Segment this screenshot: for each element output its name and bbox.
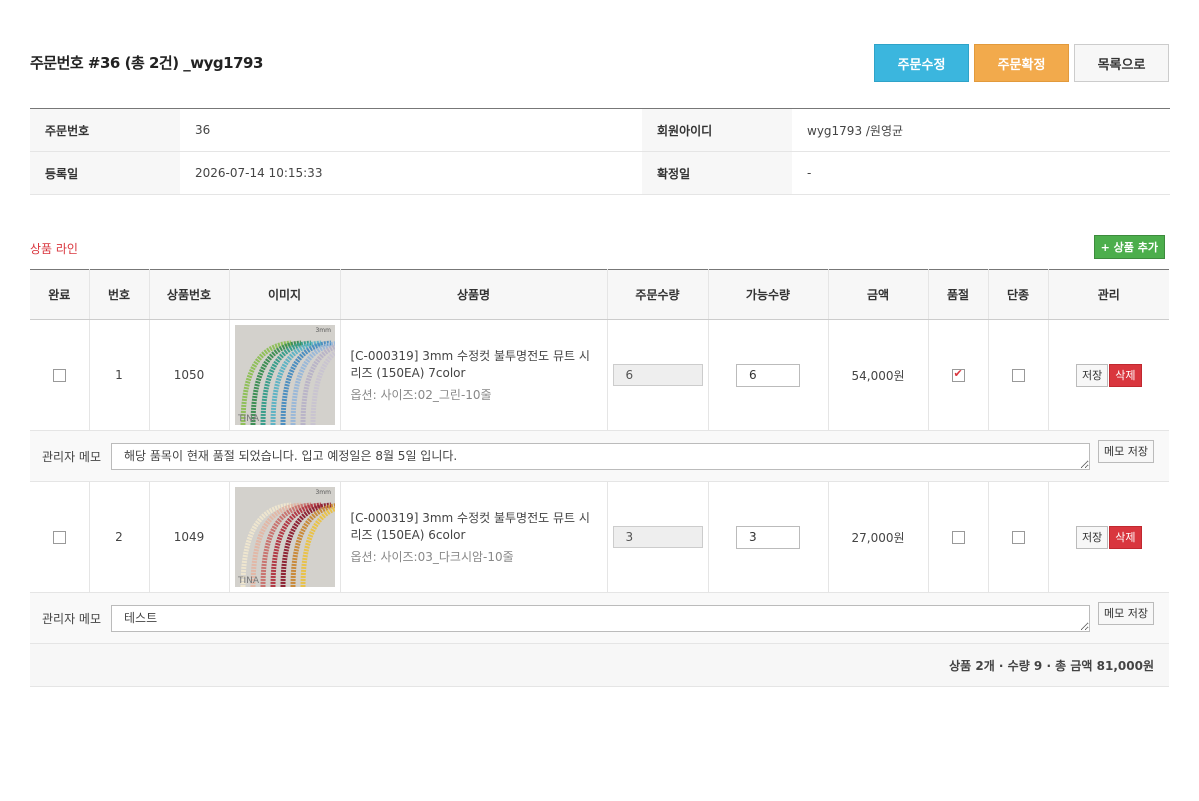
memo-textarea[interactable]: 해당 품목이 현재 품절 되었습니다. 입고 예정일은 8월 5일 입니다. (111, 442, 1090, 470)
table-row: 1 1050 3mm TINA [C-000319] 3mm 수정컷 불투명전도… (30, 319, 1169, 431)
product-option: 옵션: 사이즈:02_그린-10줄 (350, 387, 492, 402)
reg-date-value: 2026-07-14 10:15:33 (180, 151, 642, 195)
member-id-value: wyg1793 /원영균 (792, 108, 1170, 152)
save-memo-button[interactable]: 메모 저장 (1098, 439, 1154, 463)
product-image: 3mm TINA (234, 487, 335, 587)
avail-qty-input[interactable] (736, 525, 800, 549)
order-qty-field: 3 (612, 526, 703, 548)
goods-number: 1049 (149, 481, 230, 593)
col-manage: 관리 (1048, 269, 1169, 320)
discontinued-checkbox[interactable] (1011, 369, 1025, 382)
back-to-list-button[interactable]: 목록으로 (1074, 44, 1169, 82)
col-amount: 금액 (828, 269, 929, 320)
avail-qty-input[interactable] (736, 363, 800, 387)
amount: 54,000원 (828, 319, 929, 431)
image-size-text: 3mm (315, 327, 331, 334)
save-memo-button[interactable]: 메모 저장 (1098, 601, 1154, 625)
memo-label: 관리자 메모 (42, 449, 102, 464)
soldout-checkbox[interactable] (951, 531, 965, 544)
product-option: 옵션: 사이즈:03_다크시암-10줄 (350, 549, 514, 564)
confirm-order-button[interactable]: 주문확정 (974, 44, 1069, 82)
save-row-button[interactable]: 저장 (1076, 525, 1109, 549)
page-title: 주문번호 #36 (총 2건) _wyg1793 (30, 54, 263, 72)
confirm-date-value: - (792, 151, 1170, 195)
memo-row: 관리자 메모 해당 품목이 현재 품절 되었습니다. 입고 예정일은 8월 5일… (30, 430, 1169, 482)
col-discontinued: 단종 (988, 269, 1049, 320)
header-actions: 주문수정 주문확정 목록으로 (874, 44, 1169, 82)
col-avail-qty: 가능수량 (708, 269, 829, 320)
memo-textarea[interactable]: 테스트 (111, 604, 1090, 632)
product-lines-table: 완료 번호 상품번호 이미지 상품명 주문수량 가능수량 금액 품절 단종 관리… (30, 269, 1169, 687)
goods-number: 1050 (149, 319, 230, 431)
memo-label: 관리자 메모 (42, 611, 102, 626)
summary-row: 상품 2개 · 수량 9 · 총 금액 81,000원 (30, 643, 1169, 687)
save-row-button[interactable]: 저장 (1076, 363, 1109, 387)
order-info-table: 주문번호 36 회원아이디 wyg1793 /원영균 등록일 2026-07-1… (30, 108, 1170, 195)
col-name: 상품명 (340, 269, 608, 320)
table-header-row: 완료 번호 상품번호 이미지 상품명 주문수량 가능수량 금액 품절 단종 관리 (30, 269, 1169, 320)
order-no-label: 주문번호 (30, 108, 180, 152)
section-title: 상품 라인 (30, 242, 78, 256)
discontinued-checkbox[interactable] (1011, 531, 1025, 544)
reg-date-label: 등록일 (30, 151, 180, 195)
memo-row: 관리자 메모 테스트 메모 저장 (30, 592, 1169, 644)
product-image: 3mm TINA (234, 325, 335, 425)
table-row: 2 1049 3mm TINA [C-000319] 3mm 수정컷 불투명전도… (30, 481, 1169, 593)
order-summary: 상품 2개 · 수량 9 · 총 금액 81,000원 (30, 643, 1169, 687)
image-size-text: 3mm (315, 489, 331, 496)
col-num: 번호 (89, 269, 150, 320)
member-id-label: 회원아이디 (642, 108, 792, 152)
image-brand-text: TINA (237, 414, 260, 424)
col-goods-no: 상품번호 (149, 269, 230, 320)
product-name: [C-000319] 3mm 수정컷 불투명전도 뮤트 시리즈 (150EA) … (350, 348, 590, 380)
add-product-button[interactable]: + 상품 추가 (1093, 235, 1165, 259)
col-done: 완료 (30, 269, 90, 320)
image-brand-text: TINA (237, 576, 260, 586)
row-number: 2 (89, 481, 150, 593)
done-checkbox[interactable] (52, 369, 66, 382)
product-name: [C-000319] 3mm 수정컷 불투명전도 뮤트 시리즈 (150EA) … (350, 510, 590, 542)
soldout-checkbox[interactable] (951, 367, 965, 382)
row-number: 1 (89, 319, 150, 431)
col-image: 이미지 (229, 269, 341, 320)
done-checkbox[interactable] (52, 531, 66, 544)
edit-order-button[interactable]: 주문수정 (874, 44, 969, 82)
col-order-qty: 주문수량 (607, 269, 709, 320)
amount: 27,000원 (828, 481, 929, 593)
delete-row-button[interactable]: 삭제 (1109, 525, 1142, 549)
order-qty-field: 6 (612, 364, 703, 386)
col-soldout: 품절 (928, 269, 989, 320)
delete-row-button[interactable]: 삭제 (1109, 363, 1142, 387)
confirm-date-label: 확정일 (642, 151, 792, 195)
order-no-value: 36 (180, 108, 642, 152)
